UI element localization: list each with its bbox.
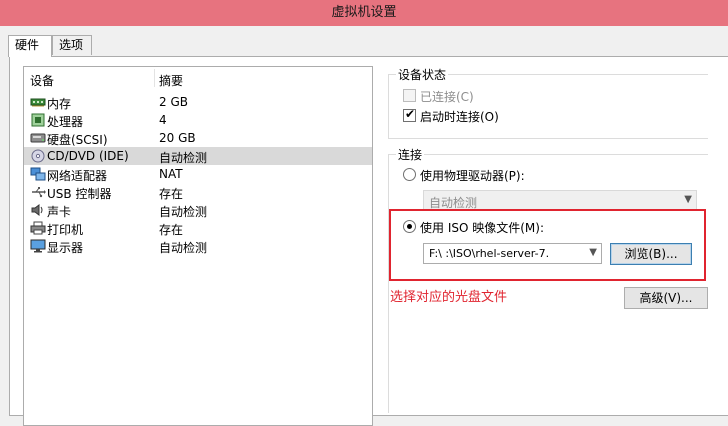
printer-icon xyxy=(30,221,46,235)
tab-options-label: 选项 xyxy=(59,38,84,52)
device-row-sound-card[interactable]: 声卡 自动检测 xyxy=(24,201,372,219)
group-border-bottom xyxy=(388,138,708,139)
group-border-connection xyxy=(388,154,708,155)
use-physical-drive-label: 使用物理驱动器(P): xyxy=(420,169,525,183)
usb-icon xyxy=(32,187,46,198)
device-summary: 自动检测 xyxy=(159,151,208,165)
header-summary[interactable]: 摘要 xyxy=(159,72,183,89)
device-row-cd-dvd[interactable]: CD/DVD (IDE) 自动检测 xyxy=(24,147,372,165)
connect-at-power-on-label: 启动时连接(O) xyxy=(420,110,499,124)
network-adapter-icon xyxy=(30,167,46,181)
memory-icon xyxy=(30,98,46,107)
use-physical-drive-radio[interactable] xyxy=(403,168,416,181)
device-name: 声卡 xyxy=(47,205,72,219)
physical-drive-select[interactable]: 自动检测 ▼ xyxy=(423,190,697,211)
device-list-header: 设备 摘要 xyxy=(24,67,372,89)
device-summary: NAT xyxy=(159,167,183,181)
device-name: 硬盘(SCSI) xyxy=(47,133,108,147)
chevron-down-icon: ▼ xyxy=(684,194,692,205)
display-icon xyxy=(30,239,46,253)
device-row-usb-controller[interactable]: USB 控制器 存在 xyxy=(24,183,372,201)
group-border-left xyxy=(388,154,389,413)
device-summary: 存在 xyxy=(159,223,184,237)
group-border-left xyxy=(388,74,389,139)
checkmark-icon: ✔ xyxy=(405,107,416,121)
processor-icon xyxy=(31,113,45,127)
device-status-title: 设备状态 xyxy=(396,66,449,83)
device-row-memory[interactable]: 内存 2 GB xyxy=(24,93,372,111)
device-summary: 2 GB xyxy=(159,95,188,109)
device-summary: 4 xyxy=(159,113,167,127)
device-name: CD/DVD (IDE) xyxy=(47,149,129,163)
device-summary: 存在 xyxy=(159,187,184,201)
connect-at-power-on-checkbox[interactable]: ✔ xyxy=(403,107,416,122)
device-row-display[interactable]: 显示器 自动检测 xyxy=(24,237,372,255)
device-summary: 自动检测 xyxy=(159,205,208,219)
device-summary: 20 GB xyxy=(159,131,196,145)
connection-title: 连接 xyxy=(396,146,425,163)
device-name: 网络适配器 xyxy=(47,169,108,183)
device-name: 显示器 xyxy=(47,241,84,255)
tab-hardware[interactable]: 硬件 xyxy=(8,35,52,57)
window-title: 虚拟机设置 xyxy=(331,5,397,20)
tab-options[interactable]: 选项 xyxy=(52,35,92,55)
device-name: 打印机 xyxy=(47,223,84,237)
connected-label: 已连接(C) xyxy=(420,90,474,104)
device-name: 内存 xyxy=(47,97,72,111)
column-separator[interactable] xyxy=(154,69,155,87)
device-list[interactable]: 设备 摘要 内存 2 GB 处理器 4 硬盘(SCSI) 20 GB CD/DV… xyxy=(23,66,373,426)
device-name: USB 控制器 xyxy=(47,187,112,201)
connected-checkbox[interactable] xyxy=(403,89,416,102)
device-row-processor[interactable]: 处理器 4 xyxy=(24,111,372,129)
device-row-printer[interactable]: 打印机 存在 xyxy=(24,219,372,237)
device-row-network-adapter[interactable]: 网络适配器 NAT xyxy=(24,165,372,183)
hard-disk-icon xyxy=(30,133,46,143)
advanced-button[interactable]: 高级(V)... xyxy=(624,287,708,309)
header-device[interactable]: 设备 xyxy=(30,72,54,89)
window-title-bar: 虚拟机设置 xyxy=(0,0,728,26)
device-summary: 自动检测 xyxy=(159,241,208,255)
device-name: 处理器 xyxy=(47,115,84,129)
sound-card-icon xyxy=(31,204,43,216)
cd-dvd-icon xyxy=(31,149,45,163)
annotation-highlight-box xyxy=(389,209,706,281)
tab-hardware-label: 硬件 xyxy=(15,38,40,52)
annotation-text: 选择对应的光盘文件 xyxy=(390,290,508,305)
device-row-hard-disk[interactable]: 硬盘(SCSI) 20 GB xyxy=(24,129,372,147)
